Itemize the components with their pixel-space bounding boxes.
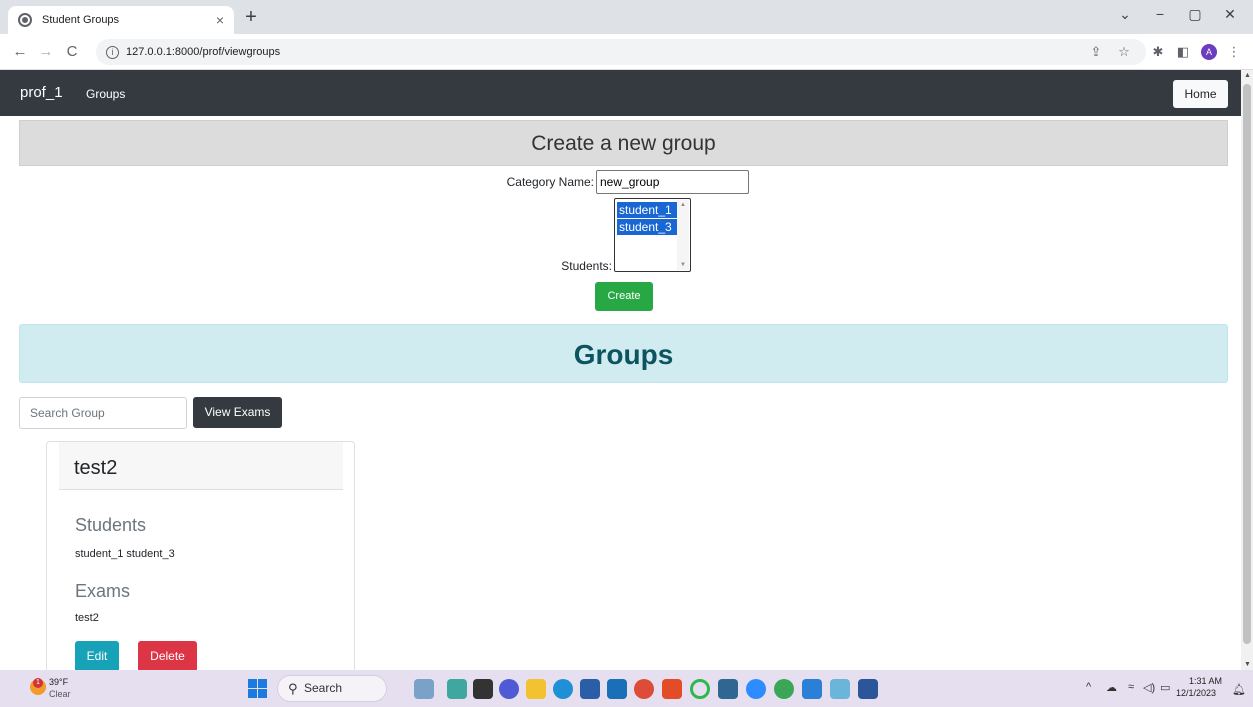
scroll-up-arrow-icon[interactable]: ▲ [1244, 72, 1251, 79]
side-panel-icon[interactable]: ◧ [1175, 44, 1191, 60]
search-group-input[interactable]: Search Group [19, 397, 187, 429]
select-scrollbar[interactable]: ▲ ▼ [677, 200, 689, 270]
tab-close-icon[interactable]: × [216, 12, 224, 28]
exams-list-text: test2 [75, 612, 99, 624]
exams-heading: Exams [75, 581, 131, 601]
volume-icon[interactable]: ◁) [1143, 681, 1155, 694]
task-view-icon[interactable] [473, 679, 493, 699]
url-bar[interactable]: i 127.0.0.1:8000/prof/viewgroups [96, 39, 1146, 65]
word-icon[interactable] [858, 679, 878, 699]
chrome-icon[interactable] [634, 679, 654, 699]
edge-browser-icon[interactable] [553, 679, 573, 699]
taskbar-search[interactable]: Search [277, 675, 387, 702]
browser-tab[interactable]: Student Groups × [8, 6, 234, 34]
students-heading: Students [75, 515, 147, 535]
app-copilot-icon[interactable] [447, 679, 467, 699]
wifi-icon[interactable]: ≈ [1128, 681, 1134, 693]
students-label: Students: [561, 259, 612, 273]
weather-temperature[interactable]: 39°F [49, 677, 68, 687]
group-card: test2 Students student_1 student_3 Exams… [46, 441, 355, 681]
select-scroll-up-icon[interactable]: ▲ [680, 202, 686, 208]
weather-condition[interactable]: Clear [49, 689, 71, 699]
app-green-circle-icon[interactable] [690, 679, 710, 699]
page-scrollbar[interactable]: ▲ ▼ [1241, 70, 1253, 670]
extensions-puzzle-icon[interactable]: ✱ [1150, 44, 1166, 60]
site-info-icon[interactable]: i [106, 45, 119, 59]
tab-search-icon[interactable]: ⌄ [1113, 6, 1137, 23]
site-navbar: prof_1 Groups Home [0, 70, 1241, 116]
file-explorer-icon[interactable] [526, 679, 546, 699]
bookmark-star-icon[interactable]: ☆ [1116, 44, 1132, 60]
group-card-title: test2 [59, 442, 343, 490]
forward-arrow-icon[interactable]: → [37, 43, 55, 60]
windows-start-icon[interactable] [248, 679, 267, 698]
windows-taskbar: 1 39°F Clear Search ^ ☁ ≈ ◁) ▭ 1:31 AM 1… [0, 670, 1253, 707]
app-thumbnail-icon[interactable] [414, 679, 434, 699]
app-red-icon[interactable] [662, 679, 682, 699]
back-arrow-icon[interactable]: ← [11, 43, 29, 60]
navbar-brand[interactable]: prof_1 [20, 84, 63, 101]
category-name-label: Category Name: [506, 175, 594, 189]
category-name-input[interactable] [596, 170, 749, 194]
minimize-button[interactable]: − [1148, 6, 1172, 22]
address-bar-row: ← → C i 127.0.0.1:8000/prof/viewgroups ⇪… [0, 34, 1253, 70]
tray-chevron-icon[interactable]: ^ [1086, 681, 1091, 693]
restore-button[interactable]: ▢ [1183, 6, 1207, 23]
close-window-button[interactable]: ✕ [1218, 6, 1242, 23]
battery-icon[interactable]: ▭ [1160, 681, 1170, 694]
vscode-icon[interactable] [802, 679, 822, 699]
photos-icon[interactable] [607, 679, 627, 699]
postgres-icon[interactable] [718, 679, 738, 699]
profile-avatar[interactable]: A [1201, 44, 1217, 60]
scroll-down-arrow-icon[interactable]: ▼ [1244, 661, 1251, 668]
tab-title: Student Groups [42, 14, 120, 26]
store-icon[interactable] [580, 679, 600, 699]
students-multiselect[interactable]: student_1 student_3 ▲ ▼ [614, 198, 691, 272]
clock-time[interactable]: 1:31 AM [1189, 676, 1222, 686]
view-exams-button[interactable]: View Exams [193, 397, 282, 428]
onedrive-icon[interactable]: ☁ [1106, 681, 1117, 694]
chat-icon[interactable] [499, 679, 519, 699]
notepad-icon[interactable] [830, 679, 850, 699]
weather-badge: 1 [33, 678, 43, 688]
delete-button[interactable]: Delete [138, 641, 197, 672]
students-list-text: student_1 student_3 [75, 548, 175, 560]
url-text: 127.0.0.1:8000/prof/viewgroups [126, 46, 281, 58]
edit-button[interactable]: Edit [75, 641, 119, 672]
nav-link-groups[interactable]: Groups [86, 87, 125, 101]
create-group-heading: Create a new group [19, 120, 1228, 166]
reload-icon[interactable]: C [63, 43, 81, 60]
menu-kebab-icon[interactable]: ⋮ [1226, 44, 1242, 60]
share-icon[interactable]: ⇪ [1088, 44, 1104, 60]
student-option[interactable]: student_3 [617, 219, 677, 235]
select-scroll-down-icon[interactable]: ▼ [680, 262, 686, 268]
zoom-icon[interactable] [746, 679, 766, 699]
scrollbar-thumb[interactable] [1243, 84, 1251, 644]
chrome-profile-icon[interactable] [774, 679, 794, 699]
new-tab-button[interactable]: + [240, 6, 262, 28]
groups-heading: Groups [19, 324, 1228, 383]
browser-tab-strip: Student Groups × + ⌄ − ▢ ✕ [0, 0, 1253, 34]
clock-date[interactable]: 12/1/2023 [1176, 688, 1216, 698]
globe-icon [18, 13, 32, 27]
home-button[interactable]: Home [1173, 80, 1228, 108]
create-button[interactable]: Create [595, 282, 653, 311]
student-option[interactable]: student_1 [617, 202, 677, 218]
notification-bell-icon[interactable]: 🔔︎ [1232, 683, 1246, 696]
